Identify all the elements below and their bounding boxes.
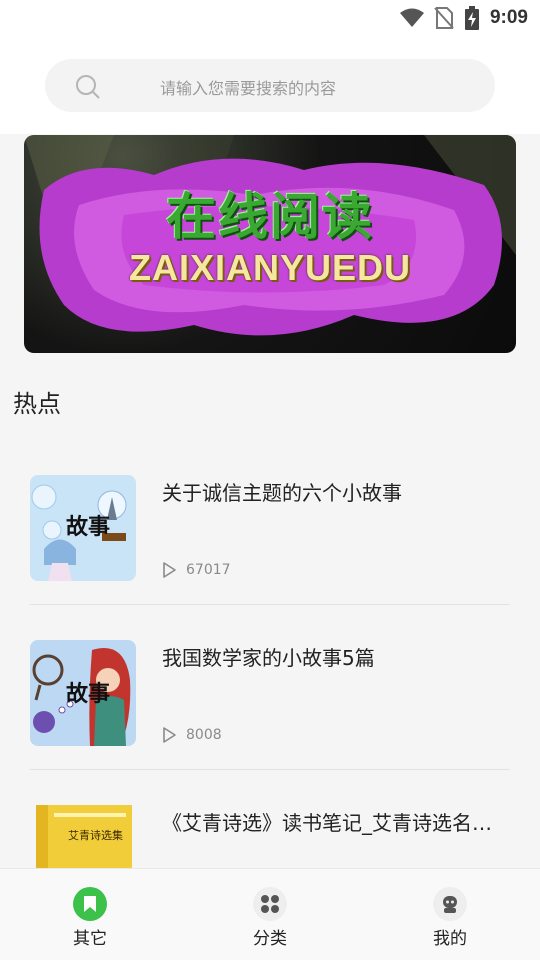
battery-charging-icon [464, 6, 479, 30]
section-title: 热点 [13, 390, 61, 418]
status-time: 9:09 [489, 7, 528, 28]
article-meta: 8008 [160, 726, 222, 744]
wifi-icon [399, 8, 424, 27]
thumbnail-label: 艾青诗选集 [68, 829, 123, 842]
thumbnail-label: 故事 [66, 681, 111, 707]
article-meta: 67017 [160, 561, 231, 579]
list-item[interactable]: 故事 我国数学家的小故事5篇 8008 [30, 640, 510, 805]
tab-label: 我的 [433, 929, 467, 949]
divider [30, 769, 510, 770]
status-bar: 9:09 [399, 4, 528, 32]
tab-mine[interactable]: 我的 [410, 887, 490, 949]
list-item[interactable]: 故事 关于诚信主题的六个小故事 67017 [30, 475, 510, 640]
article-title[interactable]: 关于诚信主题的六个小故事 [162, 477, 507, 506]
thumbnail-label: 故事 [66, 514, 111, 540]
tab-label: 其它 [73, 929, 107, 949]
search-placeholder[interactable]: 请输入您需要搜索的内容 [160, 75, 336, 99]
play-icon [163, 727, 176, 743]
tab-category[interactable]: 分类 [230, 887, 310, 949]
grid-icon [253, 887, 287, 921]
bookmark-icon [73, 887, 107, 921]
article-title[interactable]: 《艾青诗选》读书笔记_艾青诗选名句摘抄 [162, 807, 507, 836]
play-icon [163, 562, 176, 578]
banner[interactable]: 在线阅读 ZAIXIANYUEDU [24, 135, 516, 353]
banner-title-en: ZAIXIANYUEDU [128, 247, 412, 288]
article-thumbnail[interactable]: 故事 [30, 640, 136, 746]
no-sim-icon [434, 7, 454, 29]
view-count: 8008 [186, 727, 222, 743]
view-count: 67017 [186, 562, 231, 578]
header: 9:09 请输入您需要搜索的内容 [0, 0, 540, 134]
bottom-nav: 其它 分类 我的 [0, 868, 540, 960]
search-icon [76, 75, 100, 99]
article-title[interactable]: 我国数学家的小故事5篇 [162, 642, 507, 671]
divider [30, 604, 510, 605]
article-thumbnail[interactable]: 故事 [30, 475, 136, 581]
banner-title-cn: 在线阅读 [166, 187, 374, 246]
search-bar[interactable]: 请输入您需要搜索的内容 [45, 59, 495, 112]
user-icon [433, 887, 467, 921]
tab-other[interactable]: 其它 [50, 887, 130, 949]
tab-label: 分类 [253, 929, 287, 949]
